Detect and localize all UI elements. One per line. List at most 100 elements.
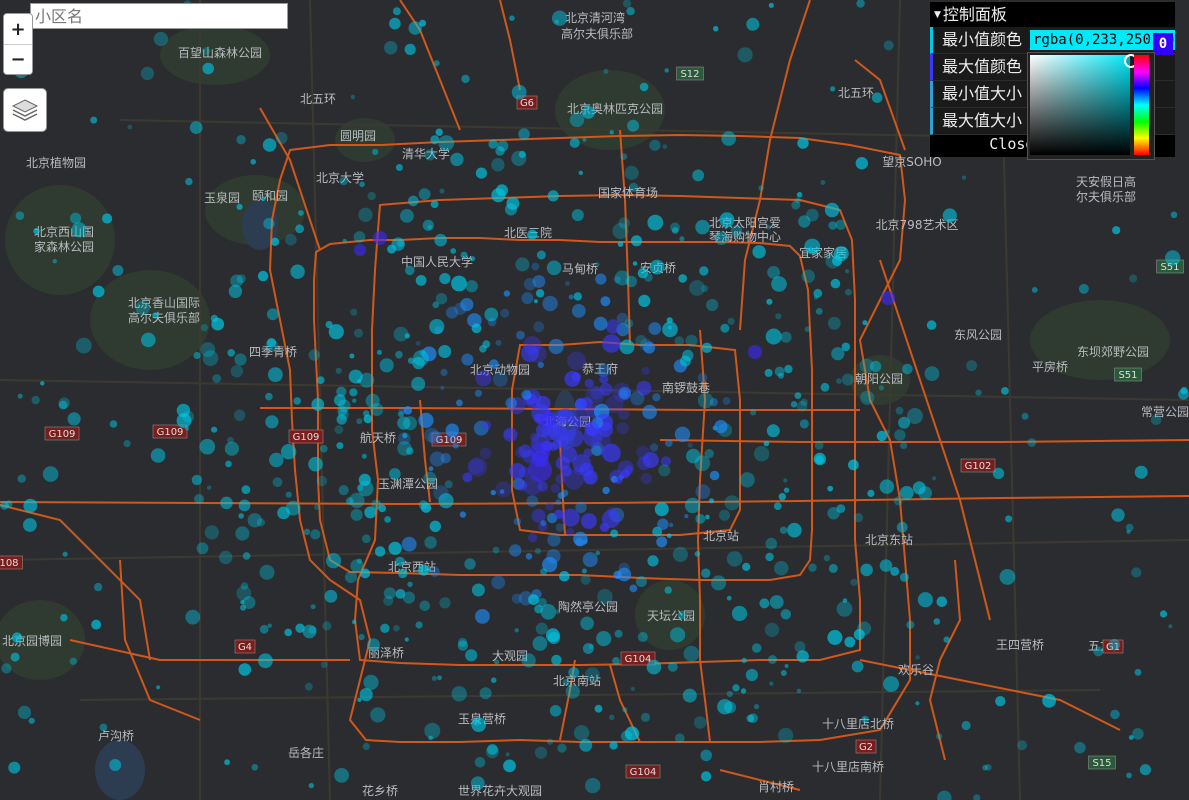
heat-point <box>1150 414 1162 426</box>
heat-point <box>693 716 707 729</box>
heat-point <box>528 594 539 605</box>
heat-point <box>338 485 349 496</box>
heat-point <box>579 738 593 752</box>
heat-point <box>694 551 701 557</box>
heat-point <box>393 624 400 632</box>
search-input[interactable] <box>30 3 288 29</box>
heat-point <box>581 568 587 574</box>
heat-point <box>827 485 834 492</box>
heat-point <box>310 529 321 540</box>
max-color-value[interactable]: 0 <box>1153 33 1173 55</box>
zoom-out-button[interactable]: − <box>4 44 32 74</box>
place-label: 东风公园 <box>954 328 1002 342</box>
zoom-in-button[interactable]: + <box>4 14 32 44</box>
heat-point <box>769 595 784 609</box>
heat-point <box>719 509 730 521</box>
heat-point <box>1042 693 1056 708</box>
heat-point <box>565 281 570 287</box>
heat-point <box>682 688 697 703</box>
hue-slider[interactable] <box>1134 55 1149 155</box>
heat-point <box>855 157 868 170</box>
heat-point <box>488 139 498 149</box>
heat-point <box>899 486 914 500</box>
heat-point <box>354 328 363 338</box>
heat-point <box>353 231 366 243</box>
heat-point <box>668 522 674 528</box>
heat-point <box>397 416 411 430</box>
heat-point <box>635 576 647 587</box>
heat-point <box>395 556 405 567</box>
heat-point <box>711 575 727 591</box>
color-picker[interactable] <box>1027 52 1155 160</box>
control-panel-title[interactable]: ▼ 控制面板 <box>930 2 1175 27</box>
heat-point <box>365 393 380 408</box>
heat-point <box>832 255 843 267</box>
heat-point <box>109 759 122 771</box>
heat-point <box>579 462 594 477</box>
heat-point <box>632 261 638 266</box>
heat-point <box>780 609 791 620</box>
heat-point <box>799 419 809 429</box>
heat-point <box>298 210 304 216</box>
heat-point <box>42 466 59 482</box>
heat-point <box>265 392 273 401</box>
heat-point <box>1180 386 1188 395</box>
heat-point <box>363 414 373 424</box>
heat-point <box>664 586 672 594</box>
heat-point <box>241 485 251 494</box>
heat-point <box>827 630 843 645</box>
heat-point <box>640 712 651 723</box>
heat-point <box>500 308 510 318</box>
layer-switcher-button[interactable] <box>3 88 47 132</box>
heat-point <box>828 221 837 230</box>
heat-point <box>966 360 978 372</box>
heat-point <box>349 388 358 397</box>
heat-point <box>408 195 419 207</box>
heat-point <box>422 219 434 231</box>
heat-point <box>418 188 431 201</box>
heat-point <box>534 548 542 555</box>
heat-point <box>585 667 600 682</box>
heat-point <box>582 137 587 142</box>
heat-point <box>860 390 875 405</box>
heat-point <box>495 481 512 498</box>
heat-point <box>815 308 823 315</box>
heat-point <box>553 509 564 519</box>
heat-point <box>259 624 269 634</box>
heat-point <box>835 219 846 230</box>
heat-point <box>841 373 854 386</box>
heat-point <box>578 170 583 175</box>
heat-point <box>701 771 712 782</box>
heat-point <box>740 688 747 694</box>
heat-point <box>202 62 214 75</box>
min-color-row[interactable]: 最小值颜色 rgba(0,233,250,1) <box>930 27 1175 54</box>
heat-point <box>699 266 709 276</box>
heat-point <box>670 627 686 643</box>
zoom-control: + − <box>3 13 33 75</box>
heat-point <box>204 525 219 540</box>
heat-point <box>8 761 21 774</box>
place-label: 欢乐谷 <box>898 662 934 677</box>
heat-point <box>250 159 256 165</box>
heat-point <box>906 620 915 629</box>
heat-point <box>371 499 382 510</box>
saturation-value-field[interactable] <box>1030 54 1138 155</box>
heat-point <box>357 697 362 703</box>
place-label: 北五环 <box>838 86 874 100</box>
heat-point <box>319 444 328 453</box>
heat-point <box>1108 638 1121 651</box>
heat-point <box>992 467 1005 480</box>
svg-text:G109: G109 <box>49 429 76 440</box>
heat-point <box>352 398 357 403</box>
heat-point <box>452 442 459 449</box>
heat-point <box>685 334 698 347</box>
collapse-arrow-icon: ▼ <box>934 10 941 20</box>
road-shield: S12 <box>676 66 704 81</box>
heat-point <box>420 502 432 513</box>
svg-text:G4: G4 <box>238 642 252 653</box>
heat-point <box>546 549 561 564</box>
heat-point <box>261 196 266 201</box>
heat-point <box>363 674 379 691</box>
heat-point <box>531 262 540 271</box>
heat-point <box>664 68 669 73</box>
